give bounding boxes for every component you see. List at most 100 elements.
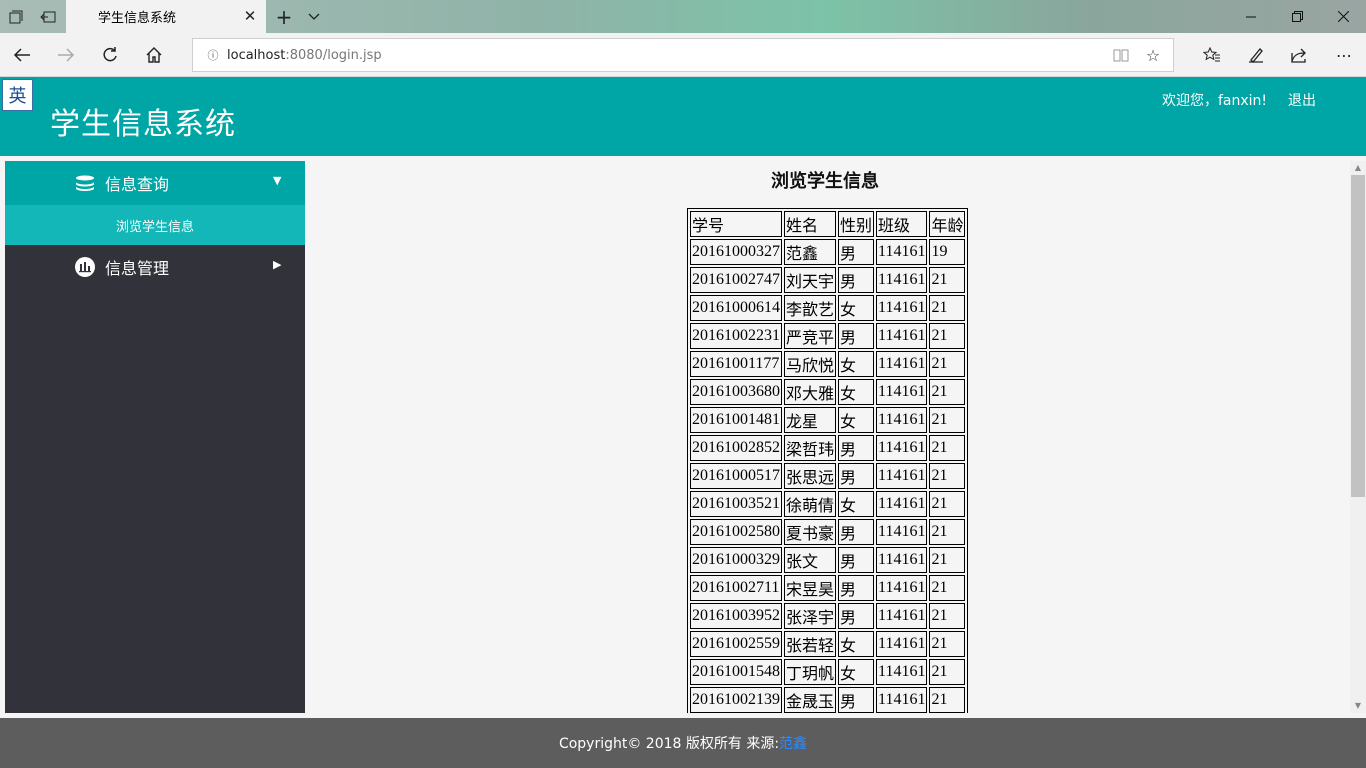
table-cell: 21	[929, 407, 966, 433]
table-cell: 20161002852	[690, 435, 782, 461]
sidebar: 信息查询 ▼ 浏览学生信息 信息管理 ▶	[5, 161, 305, 713]
table-cell: 114161	[876, 631, 928, 657]
table-cell: 20161001177	[690, 351, 782, 377]
share-icon[interactable]	[1278, 33, 1322, 77]
table-row: 20161002711 宋昱昊男 114161 21	[690, 575, 966, 601]
refresh-icon[interactable]	[88, 33, 132, 77]
table-cell: 张文	[784, 547, 837, 573]
more-icon[interactable]: ⋯	[1322, 33, 1366, 77]
sidebar-group-info-manage[interactable]: 信息管理 ▶	[5, 245, 305, 289]
table-row: 20161000329 张文男 114161 21	[690, 547, 966, 573]
table-cell: 21	[929, 575, 966, 601]
sidebar-item-browse-students[interactable]: 浏览学生信息	[5, 205, 305, 245]
table-cell: 114161	[876, 351, 928, 377]
table-cell: 114161	[876, 463, 928, 489]
table-cell: 21	[929, 267, 966, 293]
table-cell: 男	[838, 687, 875, 713]
table-cell: 邓大雅	[784, 379, 837, 405]
table-row: 20161002231 严竞平男 114161 21	[690, 323, 966, 349]
restore-icon[interactable]	[1274, 0, 1320, 33]
table-cell: 114161	[876, 659, 928, 685]
sidebar-group-label: 信息管理	[105, 259, 170, 278]
table-cell: 男	[838, 603, 875, 629]
table-cell: 20161003952	[690, 603, 782, 629]
vertical-scrollbar[interactable]: ▲ ▼	[1350, 161, 1366, 713]
table-cell: 114161	[876, 603, 928, 629]
table-cell: 114161	[876, 435, 928, 461]
table-cell: 金晟玉	[784, 687, 837, 713]
table-cell: 男	[838, 519, 875, 545]
table-cell: 20161002711	[690, 575, 782, 601]
back-icon[interactable]	[0, 33, 44, 77]
chevron-down-icon[interactable]	[298, 0, 330, 33]
table-row: 20161003952 张泽宇男 114161 21	[690, 603, 966, 629]
tab-actions-icon[interactable]	[0, 0, 32, 33]
minimize-icon[interactable]	[1228, 0, 1274, 33]
web-page: 英 学生信息系统 欢迎您，fanxin! 退出 信息查询 ▼ 浏览学生信息 信息…	[0, 77, 1366, 768]
table-cell: 20161003521	[690, 491, 782, 517]
table-cell: 21	[929, 659, 966, 685]
stack-icon	[75, 173, 95, 193]
table-cell: 114161	[876, 547, 928, 573]
table-cell: 21	[929, 463, 966, 489]
address-bar[interactable]: ⓘ localhost:8080/login.jsp ☆	[192, 38, 1174, 72]
home-icon[interactable]	[132, 33, 176, 77]
table-row: 20161002747 刘天宇男 114161 21	[690, 267, 966, 293]
close-window-icon[interactable]	[1320, 0, 1366, 33]
table-cell: 女	[838, 407, 875, 433]
table-cell: 张泽宇	[784, 603, 837, 629]
table-cell: 114161	[876, 239, 928, 265]
table-cell: 21	[929, 603, 966, 629]
reading-view-icon[interactable]	[1105, 39, 1137, 71]
table-row: 20161003521 徐萌倩女 114161 21	[690, 491, 966, 517]
table-cell: 女	[838, 491, 875, 517]
table-header-cell: 学号	[690, 211, 782, 237]
table-row: 20161003680 邓大雅女 114161 21	[690, 379, 966, 405]
site-title: 学生信息系统	[50, 107, 236, 142]
table-cell: 徐萌倩	[784, 491, 837, 517]
table-cell: 114161	[876, 687, 928, 713]
new-tab-icon[interactable]: +	[268, 0, 300, 33]
table-cell: 张若轻	[784, 631, 837, 657]
close-tab-icon[interactable]: ✕	[242, 8, 258, 24]
table-cell: 114161	[876, 379, 928, 405]
favorite-star-icon[interactable]: ☆	[1137, 39, 1169, 71]
set-tabs-aside-icon[interactable]	[32, 0, 64, 33]
table-row: 20161001548 丁玥帆女 114161 21	[690, 659, 966, 685]
pen-icon[interactable]	[1234, 33, 1278, 77]
table-cell: 男	[838, 239, 875, 265]
scroll-up-icon[interactable]: ▲	[1350, 161, 1366, 175]
table-header-row: 学号 姓名 性别 班级 年龄	[690, 211, 966, 237]
ime-indicator[interactable]: 英	[2, 79, 33, 111]
table-cell: 114161	[876, 491, 928, 517]
table-cell: 20161002231	[690, 323, 782, 349]
footer-source-link[interactable]: 范鑫	[779, 733, 807, 753]
logout-link[interactable]: 退出	[1288, 90, 1316, 110]
caret-right-icon: ▶	[273, 258, 282, 271]
table-cell: 丁玥帆	[784, 659, 837, 685]
favorites-hub-icon[interactable]	[1190, 33, 1234, 77]
table-cell: 21	[929, 435, 966, 461]
scrollbar-thumb[interactable]	[1351, 175, 1365, 497]
table-cell: 21	[929, 547, 966, 573]
table-cell: 21	[929, 491, 966, 517]
browser-tab[interactable]: 学生信息系统 ✕	[66, 0, 266, 33]
table-row: 20161001481 龙星女 114161 21	[690, 407, 966, 433]
info-icon[interactable]: ⓘ	[199, 47, 227, 63]
table-row: 20161002139 金晟玉男 114161 21	[690, 687, 966, 713]
table-cell: 女	[838, 379, 875, 405]
table-cell: 龙星	[784, 407, 837, 433]
table-cell: 21	[929, 379, 966, 405]
table-row: 20161001177 马欣悦女 114161 21	[690, 351, 966, 377]
sidebar-group-info-query[interactable]: 信息查询 ▼	[5, 161, 305, 205]
page-title: 浏览学生信息	[771, 171, 879, 192]
forward-icon[interactable]	[44, 33, 88, 77]
browser-nav-bar: ⓘ localhost:8080/login.jsp ☆ ⋯	[0, 33, 1366, 77]
scroll-down-icon[interactable]: ▼	[1350, 699, 1366, 713]
table-cell: 夏书豪	[784, 519, 837, 545]
table-cell: 女	[838, 631, 875, 657]
table-cell: 20161001481	[690, 407, 782, 433]
table-cell: 114161	[876, 267, 928, 293]
site-footer: Copyright© 2018 版权所有 来源: 范鑫	[0, 718, 1366, 768]
sidebar-item-label: 浏览学生信息	[115, 219, 194, 235]
